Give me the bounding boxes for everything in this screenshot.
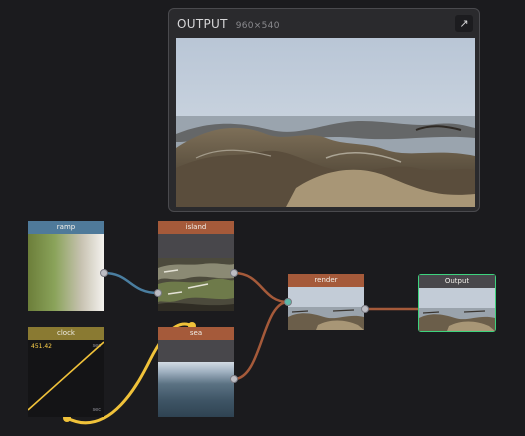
- preview-title: OUTPUT 960×540: [177, 17, 280, 31]
- clock-ramp-line: [28, 341, 104, 411]
- island-thumbnail: [158, 258, 234, 311]
- ramp-thumbnail: [28, 234, 104, 311]
- preview-render-image: [176, 38, 475, 207]
- island-gray-band: [158, 234, 234, 258]
- port-sea-out[interactable]: [230, 375, 238, 383]
- node-render[interactable]: render: [288, 274, 364, 330]
- output-preview-window[interactable]: OUTPUT 960×540 ↗: [168, 8, 480, 212]
- output-thumbnail: [419, 288, 495, 331]
- port-render-out[interactable]: [361, 305, 369, 313]
- node-output-header: Output: [419, 275, 495, 288]
- render-thumbnail: [288, 287, 364, 330]
- sea-gray-band: [158, 340, 234, 362]
- node-island-header: island: [158, 221, 234, 234]
- wire-island-to-render: [233, 271, 289, 304]
- node-clock[interactable]: clock 451.42 sec sec: [28, 327, 104, 417]
- clock-body: 451.42 sec sec: [28, 340, 104, 417]
- node-ramp-header: ramp: [28, 221, 104, 234]
- node-sea[interactable]: sea: [158, 327, 234, 417]
- wire-sea-to-render: [233, 300, 289, 381]
- wire-ramp-to-island: [103, 271, 159, 295]
- node-clock-header: clock: [28, 327, 104, 340]
- node-output[interactable]: Output: [418, 274, 496, 332]
- node-sea-header: sea: [158, 327, 234, 340]
- node-island[interactable]: island: [158, 221, 234, 311]
- expand-icon[interactable]: ↗: [455, 15, 473, 32]
- node-render-header: render: [288, 274, 364, 287]
- port-island-out[interactable]: [230, 269, 238, 277]
- port-render-in[interactable]: [284, 298, 292, 306]
- port-ramp-out[interactable]: [100, 269, 108, 277]
- node-ramp[interactable]: ramp: [28, 221, 104, 311]
- preview-title-text: OUTPUT: [177, 17, 228, 31]
- sea-thumbnail: [158, 362, 234, 417]
- port-island-in[interactable]: [154, 289, 162, 297]
- preview-size: 960×540: [235, 21, 280, 31]
